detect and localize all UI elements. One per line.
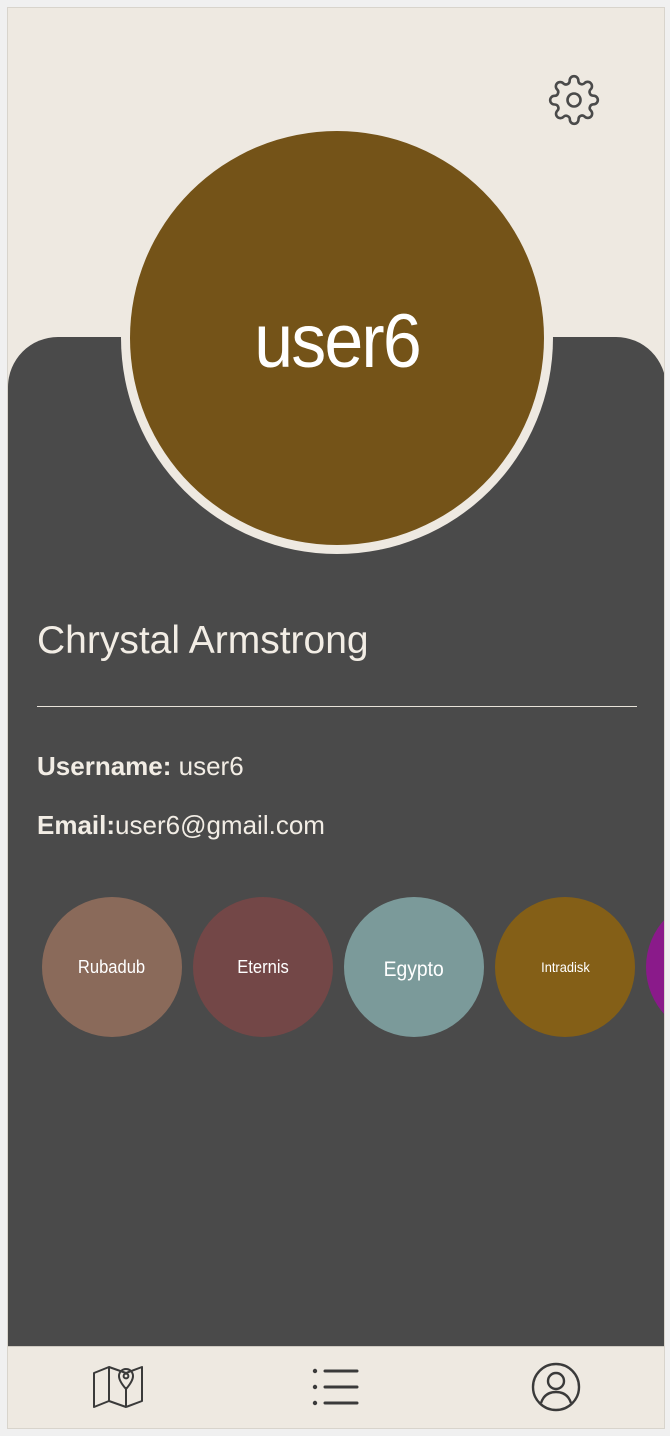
- profile-icon: [531, 1362, 581, 1412]
- settings-button[interactable]: [546, 72, 602, 128]
- nav-map-button[interactable]: [88, 1357, 148, 1417]
- badge-intradisk[interactable]: Intradisk: [495, 897, 635, 1037]
- gear-icon: [548, 74, 600, 126]
- avatar[interactable]: user6: [130, 131, 544, 545]
- email-label: Email:: [37, 810, 116, 840]
- map-icon: [93, 1366, 143, 1408]
- badge-rubadub[interactable]: Rubadub: [42, 897, 182, 1037]
- divider: [37, 706, 637, 707]
- badge-egypto[interactable]: Egypto: [344, 897, 484, 1037]
- email-value: user6@gmail.com: [115, 810, 325, 840]
- badge-label: Rubadub: [78, 956, 146, 977]
- username-value: user6: [178, 751, 244, 781]
- badge-eternis[interactable]: Eternis: [193, 897, 333, 1037]
- nav-profile-button[interactable]: [526, 1357, 586, 1417]
- badge-label: Eternis: [237, 956, 289, 977]
- badge-label: Intradisk: [540, 959, 590, 975]
- badge-label: Egypto: [383, 958, 445, 981]
- username-label: Username:: [37, 751, 172, 781]
- app-screen: user6 Chrystal Armstrong Username: user6…: [7, 7, 665, 1429]
- nav-list-button[interactable]: [306, 1357, 366, 1417]
- list-icon: [312, 1368, 359, 1406]
- email-row: Email:user6@gmail.com: [37, 810, 325, 841]
- bottom-nav: [8, 1346, 664, 1428]
- username-row: Username: user6: [37, 751, 244, 782]
- avatar-initials: user6: [254, 298, 422, 384]
- full-name: Chrystal Armstrong: [37, 619, 369, 662]
